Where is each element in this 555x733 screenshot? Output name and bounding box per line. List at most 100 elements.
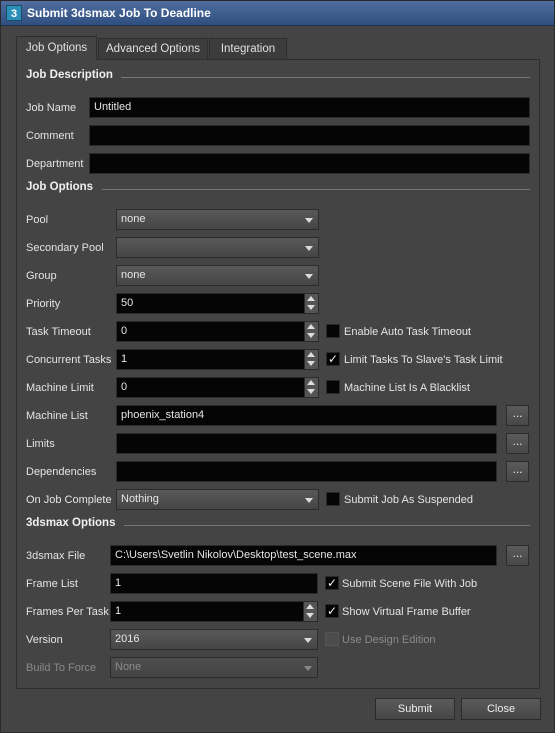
tab-advanced-options[interactable]: Advanced Options xyxy=(98,38,208,60)
on-job-complete-label: On Job Complete xyxy=(26,494,112,506)
chevron-down-icon xyxy=(305,274,313,279)
concurrent-tasks-spinbox[interactable]: 1 xyxy=(116,349,319,370)
limits-field[interactable] xyxy=(116,433,497,454)
limits-label: Limits xyxy=(26,438,55,450)
show-vfb-checkbox[interactable]: ✓ xyxy=(325,604,339,618)
priority-value: 50 xyxy=(121,297,134,309)
priority-spinbox[interactable]: 50 xyxy=(116,293,319,314)
section-divider xyxy=(121,77,530,78)
3dsmax-app-icon: 3 xyxy=(6,5,22,21)
submit-dialog: 3 Submit 3dsmax Job To Deadline Job Opti… xyxy=(0,0,555,733)
spin-buttons[interactable] xyxy=(304,294,318,313)
priority-label: Priority xyxy=(26,298,61,310)
machine-blacklist-label: Machine List Is A Blacklist xyxy=(344,382,470,394)
comment-field[interactable] xyxy=(89,125,530,146)
arrow-down-icon xyxy=(307,361,315,366)
arrow-down-icon xyxy=(307,389,315,394)
spin-buttons[interactable] xyxy=(303,602,317,621)
limit-tasks-label: Limit Tasks To Slave's Task Limit xyxy=(344,354,503,366)
job-options-heading: Job Options xyxy=(26,181,94,193)
group-label: Group xyxy=(26,270,57,282)
design-edition-checkbox[interactable] xyxy=(325,632,339,646)
frames-per-task-value: 1 xyxy=(115,605,122,617)
version-value: 2016 xyxy=(115,633,140,645)
limit-tasks-checkbox[interactable]: ✓ xyxy=(326,352,340,366)
auto-task-timeout-label: Enable Auto Task Timeout xyxy=(344,326,471,338)
submit-button[interactable]: Submit xyxy=(375,698,455,720)
chevron-down-icon xyxy=(304,638,312,643)
task-timeout-label: Task Timeout xyxy=(26,326,91,338)
dependencies-browse-button[interactable]: ... xyxy=(506,461,529,482)
chevron-down-icon xyxy=(305,246,313,251)
pool-label: Pool xyxy=(26,214,49,226)
pool-dropdown[interactable]: none xyxy=(116,209,319,230)
close-button[interactable]: Close xyxy=(461,698,541,720)
job-name-label: Job Name xyxy=(26,102,77,114)
secondary-pool-label: Secondary Pool xyxy=(26,242,104,254)
tab-integration[interactable]: Integration xyxy=(209,38,287,60)
3dsmax-file-field[interactable]: C:\Users\Svetlin Nikolov\Desktop\test_sc… xyxy=(110,545,497,566)
arrow-up-icon xyxy=(307,380,315,385)
arrow-down-icon xyxy=(307,305,315,310)
group-dropdown[interactable]: none xyxy=(116,265,319,286)
spin-buttons[interactable] xyxy=(304,350,318,369)
machine-limit-value: 0 xyxy=(121,381,128,393)
arrow-up-icon xyxy=(306,604,314,609)
on-job-complete-value: Nothing xyxy=(121,493,159,505)
submit-suspended-label: Submit Job As Suspended xyxy=(344,494,474,506)
section-divider xyxy=(124,525,530,526)
arrow-down-icon xyxy=(306,613,314,618)
3dsmax-file-browse-button[interactable]: ... xyxy=(506,545,529,566)
arrow-up-icon xyxy=(307,352,315,357)
frames-per-task-label: Frames Per Task xyxy=(26,606,109,618)
department-label: Department xyxy=(26,158,84,170)
window-title: Submit 3dsmax Job To Deadline xyxy=(27,6,211,20)
auto-task-timeout-checkbox[interactable] xyxy=(326,324,340,338)
submit-scene-checkbox[interactable]: ✓ xyxy=(325,576,339,590)
task-timeout-value: 0 xyxy=(121,325,128,337)
pool-value: none xyxy=(121,213,146,225)
machine-list-field[interactable]: phoenix_station4 xyxy=(116,405,497,426)
arrow-down-icon xyxy=(307,333,315,338)
job-description-heading: Job Description xyxy=(26,69,113,81)
arrow-up-icon xyxy=(307,296,315,301)
on-job-complete-dropdown[interactable]: Nothing xyxy=(116,489,319,510)
version-label: Version xyxy=(26,634,63,646)
dependencies-field[interactable] xyxy=(116,461,497,482)
submit-scene-label: Submit Scene File With Job xyxy=(342,578,478,590)
comment-label: Comment xyxy=(26,130,74,142)
secondary-pool-dropdown[interactable] xyxy=(116,237,319,258)
frames-per-task-spinbox[interactable]: 1 xyxy=(110,601,318,622)
section-divider xyxy=(102,189,530,190)
machine-list-browse-button[interactable]: ... xyxy=(506,405,529,426)
machine-limit-spinbox[interactable]: 0 xyxy=(116,377,319,398)
concurrent-tasks-value: 1 xyxy=(121,353,128,365)
version-dropdown[interactable]: 2016 xyxy=(110,629,318,650)
dependencies-label: Dependencies xyxy=(26,466,97,478)
submit-suspended-checkbox[interactable] xyxy=(326,492,340,506)
spin-buttons[interactable] xyxy=(304,378,318,397)
title-bar[interactable]: 3 Submit 3dsmax Job To Deadline xyxy=(1,1,554,26)
task-timeout-spinbox[interactable]: 0 xyxy=(116,321,319,342)
job-name-field[interactable]: Untitled xyxy=(89,97,530,118)
machine-limit-label: Machine Limit xyxy=(26,382,94,394)
design-edition-label: Use Design Edition xyxy=(342,634,436,646)
concurrent-tasks-label: Concurrent Tasks xyxy=(26,354,112,366)
3dsmax-file-label: 3dsmax File xyxy=(26,550,86,562)
build-to-force-label: Build To Force xyxy=(26,662,97,674)
tab-job-options[interactable]: Job Options xyxy=(16,36,97,60)
group-value: none xyxy=(121,269,146,281)
spin-buttons[interactable] xyxy=(304,322,318,341)
chevron-down-icon xyxy=(305,498,313,503)
frame-list-field[interactable]: 1 xyxy=(110,573,318,594)
3dsmax-options-heading: 3dsmax Options xyxy=(26,517,116,529)
build-to-force-value: None xyxy=(115,661,142,673)
machine-blacklist-checkbox[interactable] xyxy=(326,380,340,394)
frame-list-label: Frame List xyxy=(26,578,78,590)
show-vfb-label: Show Virtual Frame Buffer xyxy=(342,606,471,618)
build-to-force-dropdown[interactable]: None xyxy=(110,657,318,678)
chevron-down-icon xyxy=(305,218,313,223)
department-field[interactable] xyxy=(89,153,530,174)
limits-browse-button[interactable]: ... xyxy=(506,433,529,454)
arrow-up-icon xyxy=(307,324,315,329)
